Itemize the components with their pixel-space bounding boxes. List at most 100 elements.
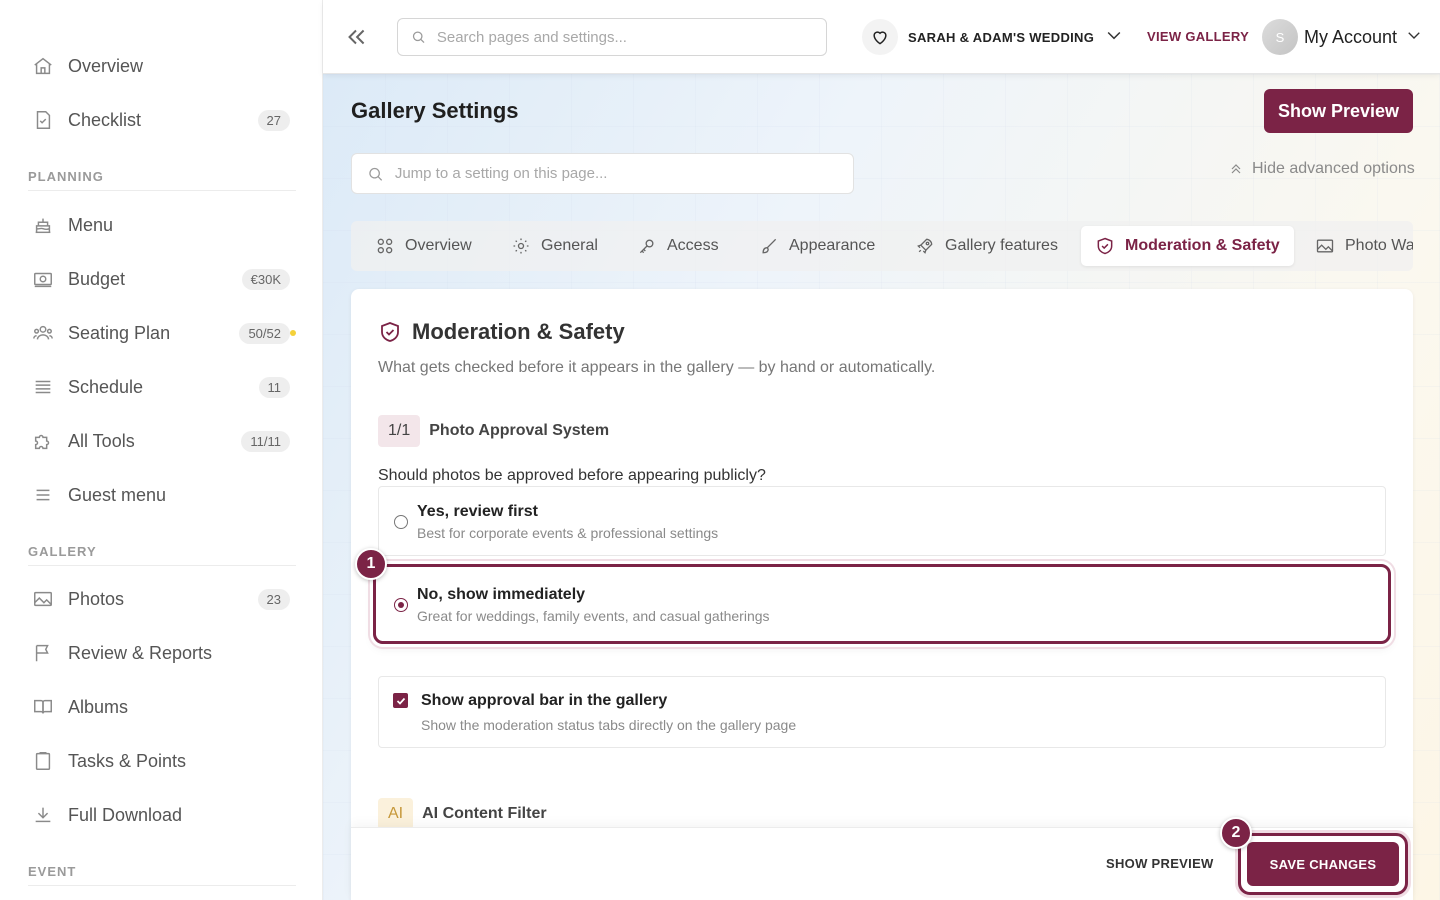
section-label-gallery: GALLERY — [28, 544, 97, 559]
tab-label: Overview — [405, 237, 472, 254]
tab-label: Photo Wa — [1345, 237, 1413, 254]
sidebar-item-label: Schedule — [68, 376, 144, 397]
sidebar-item-tasks-points[interactable]: Tasks & Points — [28, 741, 290, 781]
sidebar-item-review-reports[interactable]: Review & Reports — [28, 633, 290, 673]
sidebar-item-label: Checklist — [68, 109, 142, 130]
account-label: My Account — [1304, 26, 1398, 47]
sidebar-item-label: Albums — [68, 696, 129, 717]
sidebar-item-full-download[interactable]: Full Download — [28, 795, 290, 835]
list-icon — [28, 375, 60, 399]
hide-advanced-label: Hide advanced options — [1252, 160, 1415, 177]
section-label-event: EVENT — [28, 864, 77, 879]
count-badge: 50/52 — [239, 322, 290, 344]
sidebar-item-label: Review & Reports — [68, 642, 213, 663]
clipboard-icon — [28, 749, 60, 773]
tab-moderation-safety[interactable]: Moderation & Safety — [1081, 226, 1294, 266]
tab-label: General — [541, 237, 598, 254]
event-name: SARAH & ADAM'S WEDDING — [908, 29, 1095, 45]
sidebar-item-schedule[interactable]: Schedule 11 — [28, 367, 290, 407]
event-selector[interactable]: SARAH & ADAM'S WEDDING — [862, 18, 1124, 56]
checkbox-title: Show approval bar in the gallery — [421, 692, 668, 709]
approval-bar-setting[interactable]: Show approval bar in the gallery Show th… — [378, 676, 1386, 748]
option-description: Great for weddings, family events, and c… — [417, 608, 770, 624]
sidebar-item-seating-plan[interactable]: Seating Plan 50/52 — [28, 313, 296, 353]
divider — [28, 190, 296, 191]
sidebar-item-albums[interactable]: Albums — [28, 687, 290, 727]
cake-icon — [28, 213, 60, 237]
action-footer: SHOW PREVIEW SAVE CHANGES 2 — [351, 817, 1413, 900]
option-title: Yes, review first — [417, 503, 538, 520]
chevrons-up-icon — [1231, 164, 1241, 174]
sidebar-item-guest-menu[interactable]: Guest menu — [28, 475, 290, 515]
grid-icon — [377, 238, 393, 254]
hamburger-icon — [28, 483, 60, 507]
count-badge: 11/11 — [241, 430, 290, 452]
jump-search-input[interactable] — [394, 165, 853, 182]
radio-button-selected[interactable] — [394, 598, 408, 612]
show-preview-button[interactable]: Show Preview — [1264, 89, 1413, 133]
checkbox-description: Show the moderation status tabs directly… — [421, 717, 797, 733]
tab-label: Gallery features — [945, 237, 1058, 254]
chevron-down-icon — [1405, 26, 1423, 49]
tab-appearance[interactable]: Appearance — [745, 226, 889, 266]
chevron-down-icon — [1104, 25, 1124, 50]
tab-photo-wall[interactable]: Photo Wa — [1301, 226, 1413, 266]
tab-label: Appearance — [789, 237, 876, 254]
divider — [28, 885, 296, 886]
sidebar-item-label: Photos — [68, 588, 125, 609]
sidebar-item-overview[interactable]: Overview — [28, 46, 290, 86]
radio-button[interactable] — [394, 515, 408, 529]
page-title: Gallery Settings — [351, 98, 519, 123]
section-subtitle: What gets checked before it appears in t… — [378, 359, 936, 376]
tab-label: Access — [667, 237, 719, 254]
view-gallery-link[interactable]: VIEW GALLERY — [1147, 29, 1249, 44]
option-show-immediately[interactable]: No, show immediately Great for weddings,… — [373, 564, 1391, 644]
save-highlight: SAVE CHANGES — [1238, 833, 1408, 895]
step-header: 1/1 Photo Approval System — [378, 415, 609, 447]
tab-gallery-features[interactable]: Gallery features — [901, 226, 1072, 266]
home-icon — [28, 54, 60, 78]
tab-overview[interactable]: Overview — [361, 226, 486, 266]
step-marker-1: 1 — [355, 548, 387, 580]
check-icon — [396, 697, 405, 705]
moderation-card: Moderation & Safety What gets checked be… — [351, 289, 1413, 900]
step-title: Photo Approval System — [429, 422, 610, 439]
jump-to-setting — [351, 153, 854, 194]
hide-advanced-toggle[interactable]: Hide advanced options — [1228, 160, 1415, 178]
option-title: No, show immediately — [417, 586, 586, 603]
book-icon — [28, 695, 60, 719]
checkbox-checked[interactable] — [393, 693, 408, 708]
avatar: S — [1262, 19, 1298, 55]
search-input[interactable] — [436, 28, 826, 46]
search-icon — [412, 31, 425, 44]
shield-check-icon — [1097, 237, 1113, 255]
settings-tabs: Overview General Access Appearance Galle… — [351, 221, 1413, 271]
image-icon — [1316, 239, 1334, 253]
sidebar-item-photos[interactable]: Photos 23 — [28, 579, 290, 619]
option-review-first[interactable]: Yes, review first Best for corporate eve… — [378, 486, 1386, 556]
gear-icon — [513, 238, 529, 254]
ai-chip: AI — [378, 798, 414, 830]
option-description: Best for corporate events & professional… — [417, 525, 719, 541]
section-label-planning: PLANNING — [28, 169, 104, 184]
section-title-text: Moderation & Safety — [412, 319, 625, 344]
tab-access[interactable]: Access — [623, 226, 733, 266]
collapse-sidebar-icon[interactable] — [343, 24, 371, 52]
sidebar-item-checklist[interactable]: Checklist 27 — [28, 100, 290, 140]
ai-filter-title: AI Content Filter — [422, 805, 547, 822]
save-changes-button[interactable]: SAVE CHANGES — [1247, 842, 1399, 886]
count-badge: 11 — [258, 376, 290, 398]
ai-filter-header: AI AI Content Filter — [378, 798, 547, 830]
topbar: SARAH & ADAM'S WEDDING VIEW GALLERY S My… — [323, 0, 1440, 74]
search-icon — [369, 167, 383, 181]
heart-icon — [862, 19, 898, 55]
account-menu[interactable]: S My Account — [1262, 18, 1423, 56]
footer-show-preview-button[interactable]: SHOW PREVIEW — [1106, 856, 1214, 871]
sidebar-item-budget[interactable]: Budget €30K — [28, 259, 290, 299]
sidebar-item-label: Menu — [68, 214, 114, 235]
status-dot — [290, 330, 296, 336]
sidebar-item-menu[interactable]: Menu — [28, 205, 290, 245]
sidebar-item-label: Tasks & Points — [68, 750, 187, 771]
tab-general[interactable]: General — [497, 226, 612, 266]
sidebar-item-all-tools[interactable]: All Tools 11/11 — [28, 421, 290, 461]
